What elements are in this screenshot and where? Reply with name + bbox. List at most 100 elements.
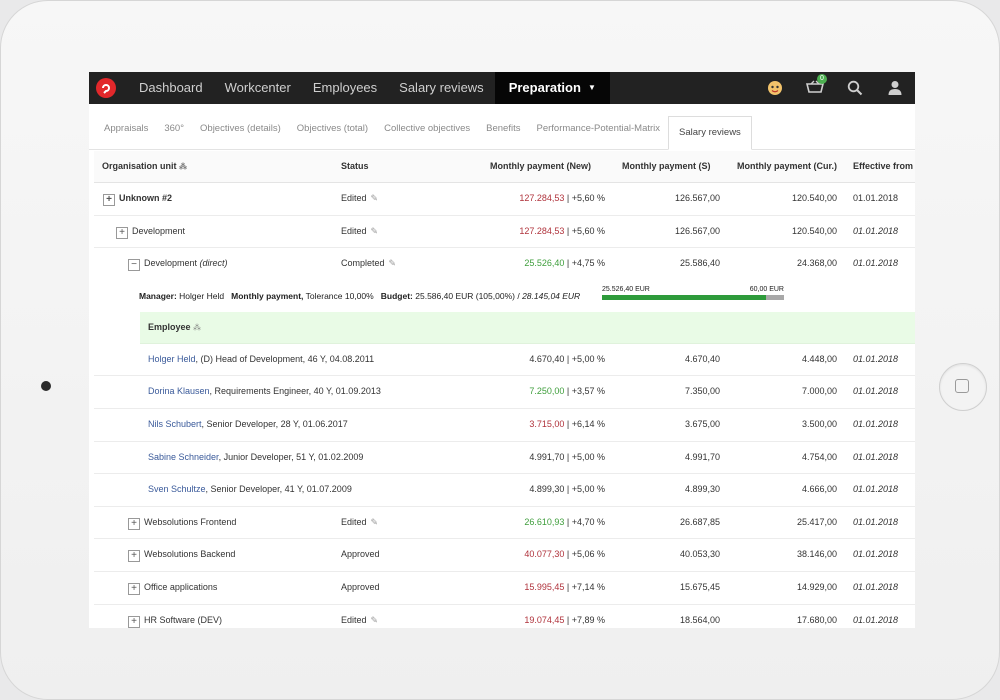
employee-desc: , Senior Developer, 28 Y, 01.06.2017 <box>201 418 348 429</box>
search-icon[interactable] <box>835 72 875 104</box>
tab-benefits[interactable]: Benefits <box>478 116 528 142</box>
payment-s: 4.991,70 <box>684 451 720 462</box>
employee-row[interactable]: Holger Held, (D) Head of Development, 46… <box>94 344 915 377</box>
nav-preparation-label: Preparation <box>508 80 581 95</box>
expand-icon[interactable]: + <box>128 615 140 628</box>
col-monthly-cur[interactable]: Monthly payment (Cur.) <box>737 151 837 182</box>
payment-pct: | +4,70 % <box>566 516 605 527</box>
col-status[interactable]: Status <box>341 151 369 182</box>
employee-desc: , Requirements Engineer, 40 Y, 01.09.201… <box>209 386 381 397</box>
logo-icon[interactable] <box>96 78 116 98</box>
home-button[interactable] <box>939 363 987 411</box>
col-monthly-s[interactable]: Monthly payment (S) <box>622 151 711 182</box>
collapse-icon[interactable]: − <box>128 259 140 272</box>
tab-360[interactable]: 360° <box>156 116 192 142</box>
tab-objectives-details[interactable]: Objectives (details) <box>192 116 289 142</box>
employee-link[interactable]: Holger Held <box>148 354 196 364</box>
status-text: Edited <box>341 225 367 236</box>
org-name: Office applications <box>144 581 218 592</box>
payment-new: 127.284,53 <box>519 193 565 203</box>
table-row[interactable]: + Office applications Approved 15.995,45 … <box>94 572 915 605</box>
expand-icon[interactable]: + <box>116 226 128 239</box>
manager-label: Manager: <box>139 290 177 301</box>
user-icon[interactable] <box>875 72 915 104</box>
edit-icon[interactable]: ✎ <box>371 517 379 527</box>
budget-value: 25.586,40 EUR (105,00%) / <box>415 290 520 301</box>
org-name: Development <box>132 225 186 236</box>
org-name: Unknown #2 <box>119 193 173 203</box>
budget-label: Budget: <box>380 290 413 301</box>
payment-new: 4.899,30 <box>529 484 565 495</box>
expand-icon[interactable]: + <box>103 194 115 206</box>
payment-new: 26.610,93 <box>524 516 565 527</box>
payment-new: 25.526,40 <box>524 258 565 269</box>
edit-icon[interactable]: ✎ <box>371 226 379 236</box>
employee-row[interactable]: Sven Schultze, Senior Developer, 41 Y, 0… <box>94 474 915 507</box>
table-row[interactable]: + Development Edited ✎ 127.284,53 | +5,60 … <box>94 216 915 249</box>
payment-new: 4.991,70 <box>529 451 565 462</box>
nav-salary-reviews[interactable]: Salary reviews <box>388 72 495 104</box>
payment-cur: 25.417,00 <box>796 516 837 527</box>
payment-cur: 4.448,00 <box>801 353 837 364</box>
bar-left-label: 25.526,40 EUR <box>602 285 650 293</box>
employee-link[interactable]: Sabine Schneider <box>148 452 219 462</box>
employee-row[interactable]: Nils Schubert, Senior Developer, 28 Y, 0… <box>94 409 915 442</box>
nav-dashboard[interactable]: Dashboard <box>128 72 214 104</box>
effective-date: 01.01.2018 <box>853 581 899 592</box>
payment-s: 18.564,00 <box>679 614 720 625</box>
nav-workcenter[interactable]: Workcenter <box>214 72 302 104</box>
tab-appraisals[interactable]: Appraisals <box>96 116 156 142</box>
employee-link[interactable]: Sven Schultze <box>148 484 206 494</box>
table-header: Organisation unit ⁂ Status Monthly payme… <box>94 151 915 183</box>
expand-icon[interactable]: + <box>128 517 140 530</box>
cart-icon[interactable]: 0 <box>795 72 835 104</box>
tab-objectives-total[interactable]: Objectives (total) <box>289 116 376 142</box>
col-monthly-new[interactable]: Monthly payment (New) <box>490 151 591 182</box>
edit-icon[interactable]: ✎ <box>371 193 379 203</box>
effective-date: 01.01.2018 <box>853 386 899 397</box>
manager-name: Holger Held <box>179 290 225 301</box>
edit-icon[interactable]: ✎ <box>389 258 397 268</box>
table-row[interactable]: + Websolutions Backend Approved 40.077,30… <box>94 539 915 572</box>
table-row[interactable]: − Development (direct) Completed ✎ 25.526,… <box>94 248 915 280</box>
effective-date: 01.01.2018 <box>853 353 899 364</box>
col-org-unit-label: Organisation unit <box>102 161 177 171</box>
budget-bar-fill <box>602 294 784 300</box>
budget-bar: 25.526,40 EUR 60,00 EUR <box>602 286 784 300</box>
payment-label: Monthly payment, <box>231 290 304 301</box>
nav-employees[interactable]: Employees <box>302 72 388 104</box>
tab-salary-reviews[interactable]: Salary reviews <box>668 116 752 150</box>
table-row[interactable]: + Unknown #2 Edited ✎ 127.284,53 | +5,60 %… <box>94 183 915 216</box>
org-name: Websolutions Backend <box>144 549 236 560</box>
payment-cur: 38.146,00 <box>796 549 837 560</box>
tab-performance-potential-matrix[interactable]: Performance-Potential-Matrix <box>528 116 668 142</box>
expand-icon[interactable]: + <box>128 582 140 595</box>
payment-cur: 4.754,00 <box>801 451 837 462</box>
status-text: Edited <box>341 614 367 625</box>
table-row[interactable]: + Websolutions Frontend Edited ✎ 26.610,93… <box>94 507 915 540</box>
payment-s: 15.675,45 <box>679 581 720 592</box>
employee-row[interactable]: Sabine Schneider, Junior Developer, 51 Y… <box>94 442 915 475</box>
edit-icon[interactable]: ✎ <box>371 615 379 625</box>
emoji-icon[interactable] <box>755 72 795 104</box>
nav-preparation[interactable]: Preparation ▼ <box>494 72 610 104</box>
budget-max: 28.145,04 EUR <box>522 290 581 301</box>
bar-right-label: 60,00 EUR <box>749 285 784 293</box>
budget-bar-remaining <box>765 294 784 300</box>
payment-pct: | +7,89 % <box>566 614 605 625</box>
col-org-unit[interactable]: Organisation unit ⁂ <box>102 151 187 182</box>
employee-row[interactable]: Dorina Klausen, Requirements Engineer, 4… <box>94 376 915 409</box>
payment-pct: | +5,06 % <box>566 549 605 560</box>
table-row[interactable]: + HR Software (DEV) Edited ✎ 19.074,45 | +… <box>94 605 915 628</box>
employee-link[interactable]: Nils Schubert <box>148 419 202 429</box>
employee-link[interactable]: Dorina Klausen <box>148 386 210 396</box>
tab-collective-objectives[interactable]: Collective objectives <box>376 116 478 142</box>
col-effective-from[interactable]: Effective from <box>853 151 913 182</box>
expand-icon[interactable]: + <box>128 550 140 563</box>
employee-desc: , (D) Head of Development, 46 Y, 04.08.2… <box>195 353 375 364</box>
payment-new: 40.077,30 <box>524 549 565 560</box>
payment-new: 19.074,45 <box>524 614 565 625</box>
effective-date: 01.01.2018 <box>853 549 899 560</box>
effective-date: 01.01.2018 <box>853 484 899 495</box>
payment-pct: | +5,00 % <box>566 451 605 462</box>
